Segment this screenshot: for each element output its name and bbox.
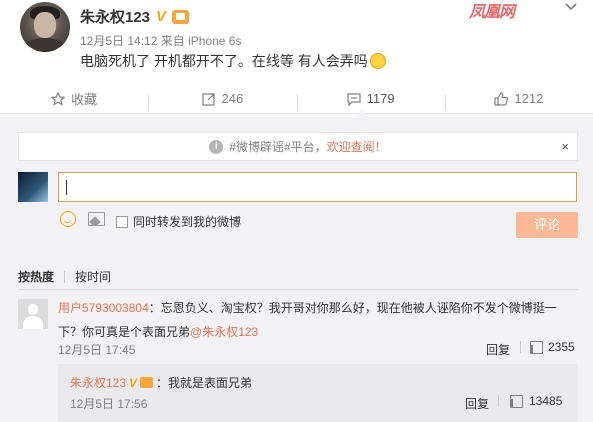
favorite-label: 收藏 [71, 92, 98, 107]
reply-like-button[interactable]: 13485 [509, 394, 563, 408]
repost-icon [201, 92, 215, 106]
member-badge-icon [140, 377, 154, 388]
image-icon[interactable] [88, 212, 105, 226]
forward-option[interactable]: 同时转发到我的微博 [116, 213, 241, 230]
post-source[interactable]: 来自 iPhone 6s [161, 34, 242, 48]
submit-comment-button[interactable]: 评论 [516, 212, 578, 238]
post-body: 电脑死机了 开机都开不了。在线等 有人会弄吗 [80, 53, 368, 69]
reply-body: 朱永权123 V ：我就是表面兄弟 [70, 374, 252, 391]
comment-input[interactable] [58, 172, 577, 202]
reply-button[interactable]: 回复 [486, 341, 510, 358]
member-badge-icon [172, 9, 190, 24]
author-name[interactable]: 朱永权123 [80, 6, 150, 27]
like-icon [529, 340, 543, 354]
like-icon [509, 394, 523, 408]
comment-like-count: 2355 [548, 340, 575, 354]
reply-text: ：我就是表面兄弟 [156, 376, 253, 390]
like-button[interactable]: 1212 [444, 91, 593, 111]
post-text: 电脑死机了 开机都开不了。在线等 有人会弄吗 [80, 51, 386, 71]
commenter-name[interactable]: 用户5793003804 [58, 301, 149, 315]
reply-author[interactable]: 朱永权123 [70, 374, 126, 391]
comment-icon [347, 92, 361, 106]
forward-checkbox[interactable] [116, 215, 128, 228]
comment-like-button[interactable]: 2355 [529, 340, 575, 354]
sort-tabs: 按热度 按时间 [18, 268, 111, 285]
close-icon[interactable]: × [561, 139, 569, 154]
verified-icon: V [129, 375, 138, 390]
post-meta: 12月5日 14:12 来自 iPhone 6s [80, 32, 241, 49]
reply-like-count: 13485 [529, 394, 563, 408]
divider [18, 289, 578, 290]
repost-button[interactable]: 246 [148, 91, 296, 111]
text-cursor [66, 180, 67, 195]
action-bar: 收藏 246 1179 1212 [0, 84, 593, 114]
divider [520, 341, 521, 353]
repost-count: 246 [221, 91, 244, 106]
tab-hot[interactable]: 按热度 [18, 268, 54, 285]
star-icon [51, 91, 66, 106]
verified-icon: V [156, 8, 167, 25]
divider [498, 395, 499, 407]
reply-reply-button[interactable]: 回复 [465, 395, 489, 412]
like-icon [494, 91, 509, 106]
notice-text: #微博辟谣#平台， [229, 140, 327, 154]
reply-time: 12月5日 17:56 [70, 397, 148, 411]
commenter-avatar[interactable] [18, 299, 48, 329]
crying-emoji-icon [369, 53, 386, 69]
comment-button[interactable]: 1179 [296, 91, 445, 111]
current-user-avatar [18, 172, 48, 202]
favorite-button[interactable]: 收藏 [0, 89, 148, 108]
post-time[interactable]: 12月5日 14:12 [80, 34, 157, 48]
chevron-down-icon[interactable] [565, 2, 577, 14]
tab-time[interactable]: 按时间 [75, 268, 111, 285]
panel-caret [355, 110, 369, 117]
smile-icon[interactable] [60, 211, 76, 227]
comment-time: 12月5日 17:45 [58, 343, 136, 357]
rumor-notice: i #微博辟谣#平台， 欢迎查阅！ × [18, 132, 578, 161]
author-avatar[interactable] [20, 2, 70, 52]
watermark-logo: 凤凰网 [469, 4, 515, 21]
reply-box [58, 364, 578, 422]
forward-label: 同时转发到我的微博 [133, 215, 242, 229]
sort-divider [64, 270, 66, 283]
comment-mention[interactable]: @朱永权123 [190, 325, 258, 339]
comment-count: 1179 [366, 91, 395, 106]
comment-body: 用户5793003804：忘恩负义、淘宝权？我开哥对你那么好，现在他被人诬陷你不… [58, 296, 578, 344]
notice-link[interactable]: 欢迎查阅！ [327, 138, 387, 155]
info-icon: i [209, 139, 224, 154]
author-row: 朱永权123 V [80, 6, 190, 27]
like-count: 1212 [514, 91, 544, 106]
